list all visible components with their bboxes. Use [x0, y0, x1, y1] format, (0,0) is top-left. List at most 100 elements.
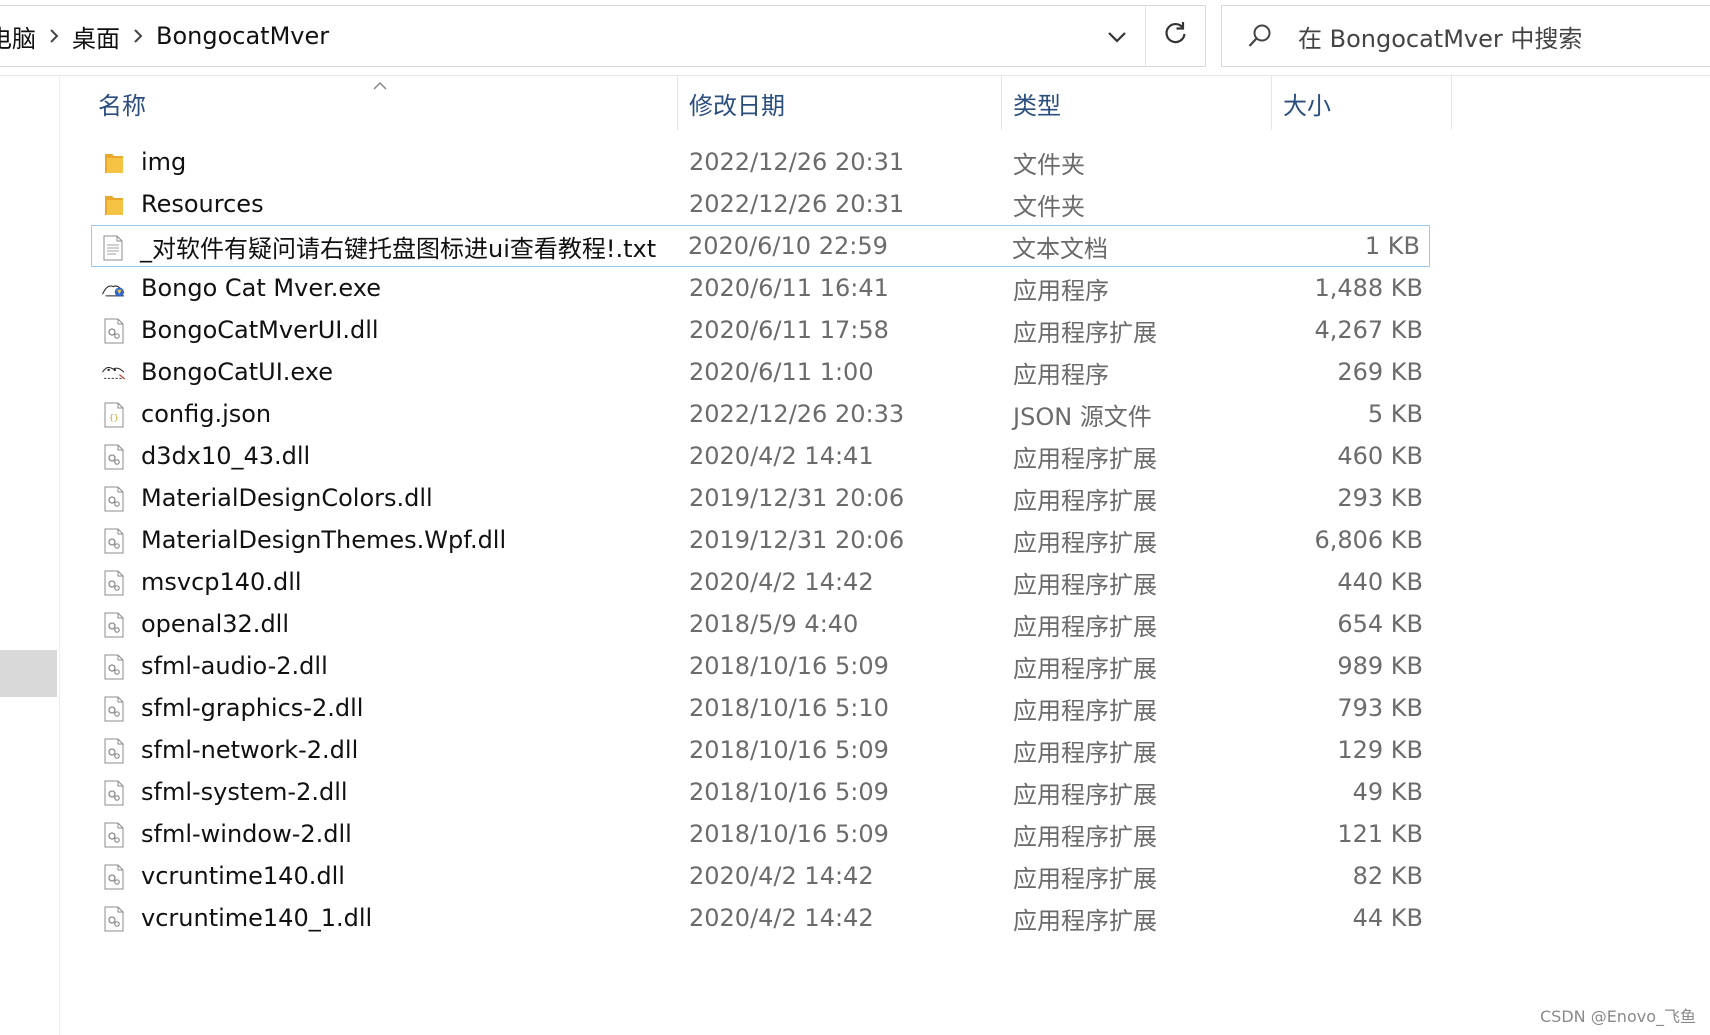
file-name[interactable]: sfml-graphics-2.dll	[141, 694, 363, 722]
file-type: 应用程序扩展	[1013, 780, 1157, 809]
breadcrumb-this-pc[interactable]: 电脑	[0, 19, 36, 54]
file-name[interactable]: BongoCatUI.exe	[141, 358, 333, 386]
file-row[interactable]: d3dx10_43.dll 2020/4/2 14:41 应用程序扩展 460 KB	[93, 435, 1432, 477]
file-name[interactable]: openal32.dll	[141, 610, 289, 638]
column-size[interactable]: 大小	[1273, 76, 1443, 130]
file-name[interactable]: vcruntime140_1.dll	[141, 904, 372, 932]
file-type: JSON 源文件	[1013, 402, 1152, 431]
file-size: 654 KB	[1337, 610, 1423, 638]
column-type[interactable]: 类型	[1003, 76, 1263, 130]
file-name[interactable]: _对软件有疑问请右键托盘图标进ui查看教程!.txt	[140, 229, 656, 264]
file-row[interactable]: Resources 2022/12/26 20:31 文件夹	[93, 183, 1432, 225]
file-name[interactable]: img	[141, 148, 186, 176]
file-name[interactable]: config.json	[141, 400, 271, 428]
column-date-modified[interactable]: 修改日期	[679, 76, 973, 130]
toolbar: 电脑 桌面 BongocatMver	[0, 0, 1710, 74]
dll-file-icon	[101, 780, 127, 806]
file-name[interactable]: Bongo Cat Mver.exe	[141, 274, 381, 302]
file-row[interactable]: sfml-system-2.dll 2018/10/16 5:09 应用程序扩展 49…	[93, 771, 1432, 813]
file-row[interactable]: img 2022/12/26 20:31 文件夹	[93, 141, 1432, 183]
column-divider[interactable]	[677, 76, 678, 130]
dll-file-icon	[101, 654, 127, 680]
file-size: 49 KB	[1352, 778, 1423, 806]
dll-file-icon	[101, 528, 127, 554]
file-name[interactable]: BongoCatMverUI.dll	[141, 316, 379, 344]
file-row[interactable]: sfml-network-2.dll 2018/10/16 5:09 应用程序扩展 1…	[93, 729, 1432, 771]
file-row[interactable]: _对软件有疑问请右键托盘图标进ui查看教程!.txt 2020/6/10 22:5…	[91, 225, 1430, 267]
text-file-icon	[100, 235, 126, 261]
search-icon[interactable]	[1222, 6, 1298, 66]
dll-file-icon	[101, 444, 127, 470]
column-divider[interactable]	[1451, 76, 1452, 130]
chevron-right-icon[interactable]	[120, 28, 156, 44]
file-date-modified: 2020/4/2 14:42	[689, 862, 874, 890]
file-type: 文本文档	[1012, 234, 1108, 263]
chevron-right-icon[interactable]	[36, 28, 72, 44]
file-name[interactable]: MaterialDesignThemes.Wpf.dll	[141, 526, 506, 554]
column-name[interactable]: 名称	[88, 76, 670, 130]
chevron-down-icon[interactable]	[1107, 22, 1127, 50]
file-name[interactable]: msvcp140.dll	[141, 568, 302, 596]
file-date-modified: 2020/4/2 14:42	[689, 568, 874, 596]
svg-text:{}: {}	[109, 413, 119, 422]
file-size: 989 KB	[1337, 652, 1423, 680]
file-date-modified: 2022/12/26 20:31	[689, 190, 905, 218]
column-divider[interactable]	[1271, 76, 1272, 130]
file-date-modified: 2019/12/31 20:06	[689, 484, 905, 512]
file-date-modified: 2019/12/31 20:06	[689, 526, 905, 554]
file-row[interactable]: vcruntime140_1.dll 2020/4/2 14:42 应用程序扩展 44…	[93, 897, 1432, 939]
column-header: 名称 修改日期 类型 大小	[60, 76, 1710, 130]
file-size: 793 KB	[1337, 694, 1423, 722]
file-row[interactable]: MaterialDesignColors.dll 2019/12/31 20:06…	[93, 477, 1432, 519]
refresh-icon[interactable]	[1163, 20, 1189, 52]
file-date-modified: 2018/5/9 4:40	[689, 610, 859, 638]
file-type: 应用程序扩展	[1013, 822, 1157, 851]
file-row[interactable]: sfml-graphics-2.dll 2018/10/16 5:10 应用程序扩展…	[93, 687, 1432, 729]
file-row[interactable]: {} config.json 2022/12/26 20:33 JSON 源文件 5 K…	[93, 393, 1432, 435]
address-bar[interactable]: 电脑 桌面 BongocatMver	[0, 5, 1206, 67]
bongo-cat-ui-exe-icon	[101, 360, 127, 386]
file-name[interactable]: Resources	[141, 190, 264, 218]
file-name[interactable]: d3dx10_43.dll	[141, 442, 310, 470]
file-date-modified: 2020/4/2 14:42	[689, 904, 874, 932]
file-name[interactable]: sfml-window-2.dll	[141, 820, 352, 848]
file-date-modified: 2020/6/11 17:58	[689, 316, 889, 344]
file-name[interactable]: vcruntime140.dll	[141, 862, 345, 890]
file-type: 应用程序扩展	[1013, 570, 1157, 599]
file-list: img 2022/12/26 20:31 文件夹 Resources 2022/12/2…	[91, 141, 1443, 939]
dll-file-icon	[101, 696, 127, 722]
search-box[interactable]: 在 BongocatMver 中搜索	[1221, 5, 1710, 67]
file-row[interactable]: msvcp140.dll 2020/4/2 14:42 应用程序扩展 440 KB	[93, 561, 1432, 603]
refresh-button[interactable]	[1146, 6, 1206, 66]
file-size: 269 KB	[1337, 358, 1423, 386]
breadcrumb-desktop[interactable]: 桌面	[72, 19, 120, 54]
file-name[interactable]: sfml-audio-2.dll	[141, 652, 328, 680]
file-row[interactable]: Bongo Cat Mver.exe 2020/6/11 16:41 应用程序 1,4…	[93, 267, 1432, 309]
file-size: 293 KB	[1337, 484, 1423, 512]
file-type: 应用程序扩展	[1013, 654, 1157, 683]
file-type: 应用程序	[1013, 360, 1109, 389]
breadcrumb-current-folder[interactable]: BongocatMver	[156, 22, 329, 50]
file-name[interactable]: sfml-system-2.dll	[141, 778, 348, 806]
file-name[interactable]: sfml-network-2.dll	[141, 736, 358, 764]
navigation-pane[interactable]	[0, 76, 60, 1035]
file-row[interactable]: sfml-audio-2.dll 2018/10/16 5:09 应用程序扩展 989…	[93, 645, 1432, 687]
file-row[interactable]: BongoCatUI.exe 2020/6/11 1:00 应用程序 269 KB	[93, 351, 1432, 393]
file-row[interactable]: openal32.dll 2018/5/9 4:40 应用程序扩展 654 KB	[93, 603, 1432, 645]
file-row[interactable]: MaterialDesignThemes.Wpf.dll 2019/12/31 2…	[93, 519, 1432, 561]
nav-selected-item[interactable]	[0, 650, 57, 697]
file-name[interactable]: MaterialDesignColors.dll	[141, 484, 433, 512]
search-input[interactable]: 在 BongocatMver 中搜索	[1298, 19, 1582, 54]
file-size: 121 KB	[1337, 820, 1423, 848]
file-row[interactable]: sfml-window-2.dll 2018/10/16 5:09 应用程序扩展 12…	[93, 813, 1432, 855]
file-row[interactable]: BongoCatMverUI.dll 2020/6/11 17:58 应用程序扩展 4…	[93, 309, 1432, 351]
column-divider[interactable]	[1001, 76, 1002, 130]
file-date-modified: 2018/10/16 5:10	[689, 694, 889, 722]
address-history-dropdown[interactable]	[1090, 6, 1144, 66]
file-size: 5 KB	[1367, 400, 1423, 428]
file-size: 129 KB	[1337, 736, 1423, 764]
file-row[interactable]: vcruntime140.dll 2020/4/2 14:42 应用程序扩展 82 K…	[93, 855, 1432, 897]
file-size: 4,267 KB	[1314, 316, 1423, 344]
file-date-modified: 2018/10/16 5:09	[689, 652, 889, 680]
file-type: 应用程序扩展	[1013, 528, 1157, 557]
